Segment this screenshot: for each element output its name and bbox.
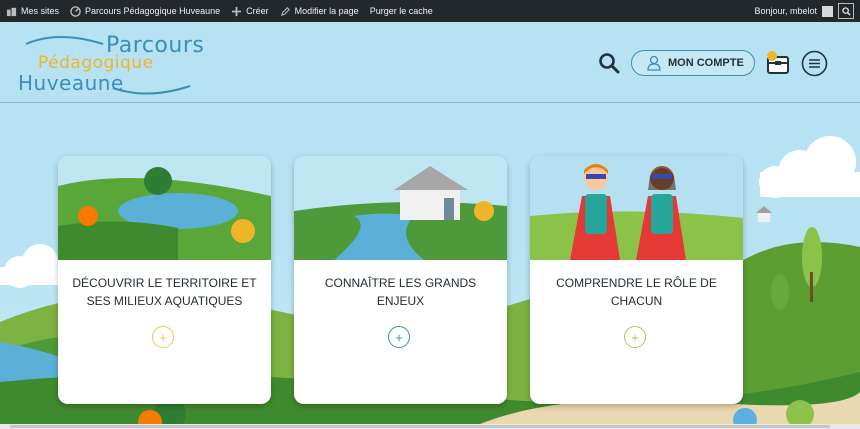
site-logo[interactable]: Parcours Pédagogique Huveaune <box>18 28 208 98</box>
card-illustration-house <box>294 156 507 260</box>
expand-plus-icon[interactable]: + <box>388 326 410 348</box>
dashboard-icon <box>70 5 81 17</box>
card-title: DÉCOUVRIR LE TERRITOIRE ET SES MILIEUX A… <box>72 276 257 308</box>
greeting[interactable]: Bonjour, mbelot <box>754 6 817 16</box>
scrollbar-thumb[interactable] <box>10 425 830 428</box>
plus-icon <box>232 6 242 16</box>
hamburger-menu-icon <box>801 50 828 77</box>
account-button[interactable]: MON COMPTE <box>631 50 755 76</box>
search-icon <box>599 53 620 74</box>
backpack-button[interactable] <box>765 50 791 76</box>
admin-bar: Mes sites Parcours Pédagogique Huveaune … <box>0 0 860 22</box>
card-illustration-superheroes <box>530 156 743 260</box>
card-title: COMPRENDRE LE RÔLE DE CHACUN <box>556 276 717 308</box>
admin-search-button[interactable] <box>838 3 854 19</box>
card-title: CONNAÎTRE LES GRANDS ENJEUX <box>324 276 477 308</box>
pencil-icon <box>280 6 290 16</box>
admin-bar-item-create[interactable]: Créer <box>231 6 269 17</box>
admin-bar-label: Purger le cache <box>369 6 433 16</box>
admin-bar-item-purge-cache[interactable]: Purger le cache <box>370 6 433 16</box>
logo-line-2: Pédagogique <box>38 53 154 73</box>
user-icon <box>647 55 661 71</box>
card-illustration-river <box>58 156 271 260</box>
admin-bar-label: Créer <box>246 6 269 16</box>
logo-line-3: Huveaune <box>18 71 124 95</box>
avatar[interactable] <box>822 5 833 17</box>
account-label: MON COMPTE <box>668 57 744 69</box>
site-header: Parcours Pédagogique Huveaune MON COMPTE <box>0 22 860 103</box>
horizontal-scrollbar[interactable] <box>0 424 860 429</box>
sites-icon <box>6 7 17 16</box>
card-enjeux[interactable]: CONNAÎTRE LES GRANDS ENJEUX + <box>294 156 507 404</box>
page-content: Parcours Pédagogique Huveaune MON COMPTE <box>0 22 860 424</box>
admin-bar-item-edit-page[interactable]: Modifier la page <box>280 6 359 17</box>
admin-bar-label: Parcours Pédagogique Huveaune <box>85 6 221 16</box>
card-role[interactable]: COMPRENDRE LE RÔLE DE CHACUN + <box>530 156 743 404</box>
admin-bar-item-my-sites[interactable]: Mes sites <box>6 6 59 17</box>
search-icon <box>841 6 851 16</box>
menu-button[interactable] <box>801 50 828 77</box>
card-territoire[interactable]: DÉCOUVRIR LE TERRITOIRE ET SES MILIEUX A… <box>58 156 271 404</box>
admin-bar-item-site[interactable]: Parcours Pédagogique Huveaune <box>70 5 221 17</box>
backpack-icon <box>767 51 789 74</box>
expand-plus-icon[interactable]: + <box>624 326 646 348</box>
admin-bar-label: Mes sites <box>21 6 60 16</box>
admin-bar-label: Modifier la page <box>294 6 359 16</box>
search-button[interactable] <box>598 52 620 74</box>
expand-plus-icon[interactable]: + <box>152 326 174 348</box>
